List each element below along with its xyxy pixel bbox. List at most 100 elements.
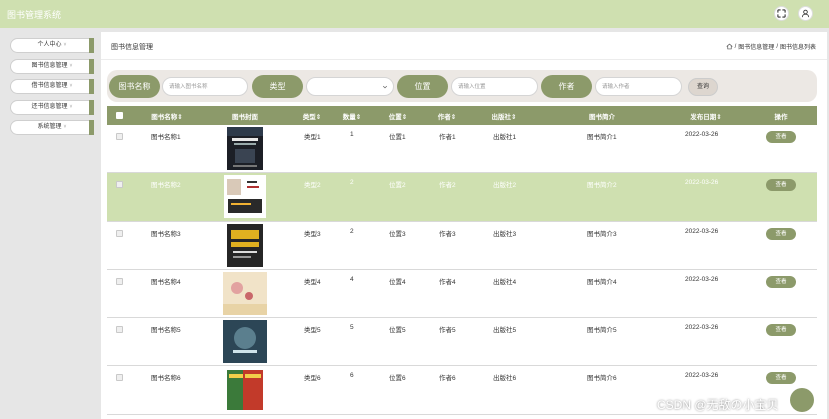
- location-label: 位置: [397, 74, 448, 98]
- publish-date: 2022-03-26: [685, 179, 719, 187]
- location-input[interactable]: [451, 77, 538, 96]
- row-checkbox[interactable]: [116, 326, 123, 334]
- breadcrumb-separator: /: [776, 43, 778, 50]
- view-button[interactable]: 查看: [766, 227, 796, 240]
- sidebar-item-personal-center[interactable]: 个人中心 ˅: [10, 38, 94, 53]
- breadcrumb-separator: /: [734, 43, 737, 50]
- book-author: 作者3: [439, 230, 456, 238]
- breadcrumb: / 图书信息管理 / 图书信息列表: [726, 42, 816, 51]
- book-count: 1: [350, 131, 354, 138]
- book-count: 4: [350, 275, 354, 283]
- book-name: 图书名称6: [151, 375, 181, 383]
- column-header-author[interactable]: 作者⇕: [438, 106, 456, 125]
- view-button[interactable]: 查看: [766, 324, 796, 337]
- sidebar: 个人中心 ˅ 图书信息管理 ˅ 借书信息管理 ˅ 还书信息管理 ˅ 系统管理 ˅: [10, 38, 94, 141]
- column-header-date[interactable]: 发布日期⇕: [690, 106, 721, 125]
- sidebar-item-book-info[interactable]: 图书信息管理 ˅: [10, 58, 94, 74]
- book-intro: 图书简介1: [587, 134, 617, 141]
- book-location: 位置3: [389, 230, 406, 238]
- chevron-down-icon: ˅: [69, 103, 73, 110]
- book-type: 类型1: [304, 134, 321, 141]
- row-checkbox[interactable]: [116, 133, 123, 140]
- breadcrumb-item[interactable]: 图书信息管理: [738, 42, 774, 51]
- home-icon[interactable]: [726, 43, 733, 50]
- watermark: CSDN @无敌の小宝贝: [657, 398, 779, 412]
- user-icon[interactable]: [798, 6, 813, 21]
- book-intro: 图书简介3: [587, 230, 617, 238]
- author-input[interactable]: [595, 77, 682, 96]
- sidebar-item-label: 图书信息管理: [31, 62, 68, 69]
- book-name: 图书名称1: [151, 134, 181, 141]
- table-row: 图书名称1 类型1 1 位置1 作者1 出版社1 图书简介1 2022-03-2…: [107, 125, 817, 174]
- table-header: 图书名称⇕ 图书封面 类型⇕ 数量⇕ 位置⇕ 作者⇕ 出版社⇕ 图书简介 发布日…: [107, 106, 817, 125]
- table-row: 图书名称4 类型4 4 位置4 作者4 出版社4 图书简介4 2022-03-2…: [107, 270, 817, 319]
- column-header-name[interactable]: 图书名称⇕: [151, 106, 182, 125]
- row-checkbox[interactable]: [116, 181, 123, 189]
- search-bar: 图书名称 类型 位置 作者 查询: [107, 70, 817, 102]
- view-button[interactable]: 查看: [766, 131, 796, 143]
- view-button[interactable]: 查看: [766, 372, 796, 385]
- view-button[interactable]: 查看: [766, 179, 796, 192]
- book-publisher: 出版社4: [493, 278, 517, 286]
- book-location: 位置1: [389, 134, 406, 141]
- app-title: 图书管理系统: [7, 10, 62, 20]
- book-intro: 图书简介2: [587, 182, 617, 190]
- book-publisher: 出版社6: [493, 375, 517, 383]
- publish-date: 2022-03-26: [685, 131, 719, 138]
- sidebar-item-return-info[interactable]: 还书信息管理 ˅: [10, 99, 94, 115]
- book-cover-image: [227, 127, 263, 170]
- type-label: 类型: [252, 74, 303, 98]
- view-button[interactable]: 查看: [766, 275, 796, 288]
- book-type: 类型4: [304, 278, 321, 286]
- sidebar-item-label: 个人中心: [37, 42, 62, 48]
- breadcrumb-item: 图书信息列表: [779, 45, 816, 51]
- sidebar-item-label: 系统管理: [37, 124, 62, 130]
- fullscreen-icon[interactable]: [774, 6, 789, 21]
- book-author: 作者1: [439, 134, 456, 141]
- column-header-type[interactable]: 类型⇕: [303, 106, 321, 125]
- books-table: 图书名称⇕ 图书封面 类型⇕ 数量⇕ 位置⇕ 作者⇕ 出版社⇕ 图书简介 发布日…: [107, 106, 817, 415]
- publish-date: 2022-03-26: [685, 275, 719, 283]
- sidebar-item-borrow-info[interactable]: 借书信息管理 ˅: [10, 79, 94, 94]
- column-header-publisher[interactable]: 出版社⇕: [492, 106, 517, 125]
- book-author: 作者5: [439, 327, 456, 335]
- column-header-count[interactable]: 数量⇕: [343, 106, 361, 125]
- chevron-down-icon: [382, 85, 388, 89]
- book-type: 类型5: [304, 327, 321, 335]
- book-publisher: 出版社1: [493, 134, 517, 141]
- query-button[interactable]: 查询: [688, 77, 718, 96]
- sidebar-item-label: 借书信息管理: [31, 83, 68, 89]
- book-publisher: 出版社2: [493, 182, 517, 190]
- book-intro: 图书简介6: [587, 375, 617, 383]
- book-count: 2: [350, 227, 354, 235]
- book-location: 位置4: [389, 278, 406, 286]
- book-count: 5: [350, 324, 354, 332]
- book-count: 6: [350, 372, 354, 380]
- book-location: 位置5: [389, 327, 406, 335]
- type-select[interactable]: [306, 77, 394, 96]
- row-checkbox[interactable]: [116, 229, 123, 237]
- chevron-down-icon: ˅: [69, 83, 73, 89]
- table-row: 图书名称5 类型5 5 位置5 作者5 出版社5 图书简介5 2022-03-2…: [107, 318, 817, 367]
- book-name-input[interactable]: [162, 77, 248, 96]
- book-intro: 图书简介5: [587, 327, 617, 335]
- book-author: 作者2: [439, 182, 456, 190]
- row-checkbox[interactable]: [116, 277, 123, 285]
- table-row: 图书名称3 类型3 2 位置3 作者3 出版社3 图书简介3 2022-03-2…: [107, 222, 817, 270]
- table-row: 图书名称2 类型2 2 位置2 作者2 出版社2 图书简介2 2022-03-2…: [107, 173, 817, 222]
- book-type: 类型6: [304, 375, 321, 383]
- header-bar: 图书信息管理 / 图书信息管理 / 图书信息列表: [101, 32, 827, 60]
- back-to-top-button[interactable]: [790, 388, 814, 412]
- book-type: 类型3: [304, 230, 321, 238]
- book-publisher: 出版社3: [493, 230, 517, 238]
- book-author: 作者6: [439, 375, 456, 383]
- select-all-checkbox[interactable]: [116, 112, 123, 119]
- book-cover-image: [223, 271, 267, 315]
- sidebar-item-system[interactable]: 系统管理 ˅: [10, 120, 94, 135]
- chevron-down-icon: ˅: [69, 62, 73, 69]
- chevron-down-icon: ˅: [63, 42, 67, 48]
- book-cover-image: [227, 223, 263, 267]
- row-checkbox[interactable]: [116, 374, 123, 382]
- sidebar-item-label: 还书信息管理: [31, 103, 68, 110]
- column-header-location[interactable]: 位置⇕: [389, 106, 407, 125]
